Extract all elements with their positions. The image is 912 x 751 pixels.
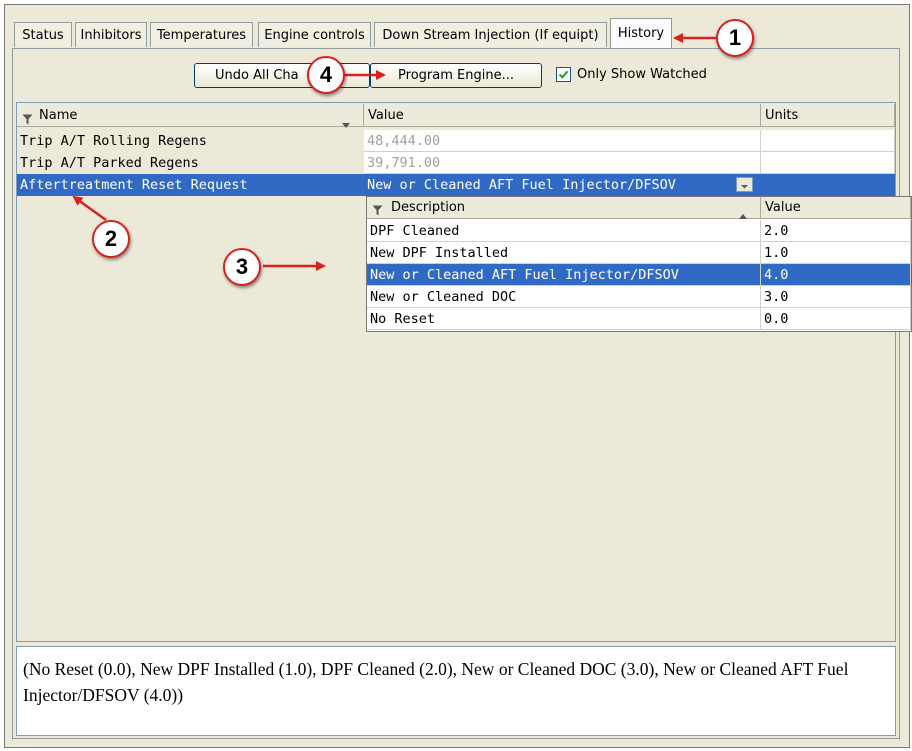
tab-history[interactable]: History (610, 18, 672, 48)
callout-arrows (72, 33, 716, 271)
callout-2: 2 (92, 220, 130, 258)
callout-1: 1 (716, 19, 754, 57)
callout-arrow-2 (72, 195, 107, 222)
callout-4: 4 (307, 56, 345, 94)
screenshot-root: Status Inhibitors Temperatures Engine co… (0, 0, 912, 751)
callout-3: 3 (223, 248, 261, 286)
